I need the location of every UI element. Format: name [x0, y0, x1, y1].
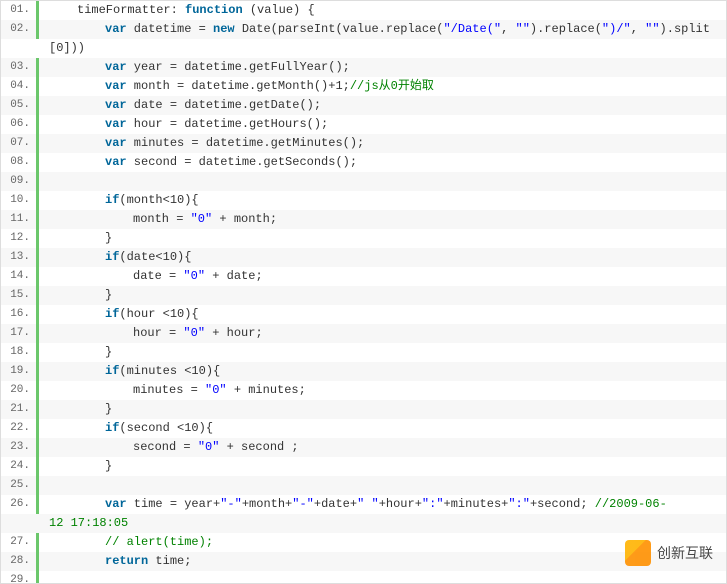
line-number: 21.	[1, 400, 39, 419]
code-content: [0]))	[39, 39, 726, 58]
code-content	[39, 172, 726, 191]
code-content: var datetime = new Date(parseInt(value.r…	[39, 20, 726, 39]
line-number: 04.	[1, 77, 39, 96]
line-number: 03.	[1, 58, 39, 77]
code-line: 16.if(hour <10){	[1, 305, 726, 324]
code-content: timeFormatter: function (value) {	[39, 1, 726, 20]
code-content: var month = datetime.getMonth()+1;//js从0…	[39, 77, 726, 96]
code-content: 12 17:18:05	[39, 514, 726, 533]
line-number: 07.	[1, 134, 39, 153]
code-line: 09.	[1, 172, 726, 191]
code-line: 04.var month = datetime.getMonth()+1;//j…	[1, 77, 726, 96]
code-line: 10.if(month<10){	[1, 191, 726, 210]
code-line: 15.}	[1, 286, 726, 305]
code-line-wrap: 12 17:18:05	[1, 514, 726, 533]
code-content: var hour = datetime.getHours();	[39, 115, 726, 134]
code-line: 06.var hour = datetime.getHours();	[1, 115, 726, 134]
line-number: 24.	[1, 457, 39, 476]
code-line: 14.date = "0" + date;	[1, 267, 726, 286]
line-number: 05.	[1, 96, 39, 115]
code-line: 26.var time = year+"-"+month+"-"+date+" …	[1, 495, 726, 514]
code-line: 24.}	[1, 457, 726, 476]
code-content: var minutes = datetime.getMinutes();	[39, 134, 726, 153]
code-content: return time;	[39, 552, 726, 571]
code-line: 28.return time;	[1, 552, 726, 571]
code-content: // alert(time);	[39, 533, 726, 552]
code-content: month = "0" + month;	[39, 210, 726, 229]
code-content: if(second <10){	[39, 419, 726, 438]
line-number: 19.	[1, 362, 39, 381]
line-number: 29.	[1, 571, 39, 584]
code-line: 01.timeFormatter: function (value) {	[1, 1, 726, 20]
code-line: 07.var minutes = datetime.getMinutes();	[1, 134, 726, 153]
code-content: }	[39, 229, 726, 248]
code-block: 01.timeFormatter: function (value) {02.v…	[0, 0, 727, 584]
code-content: var date = datetime.getDate();	[39, 96, 726, 115]
code-line: 08.var second = datetime.getSeconds();	[1, 153, 726, 172]
line-number: 12.	[1, 229, 39, 248]
code-content: var second = datetime.getSeconds();	[39, 153, 726, 172]
line-number: 15.	[1, 286, 39, 305]
code-line: 11.month = "0" + month;	[1, 210, 726, 229]
watermark-text: 创新互联	[657, 543, 713, 563]
line-number: 06.	[1, 115, 39, 134]
code-content: second = "0" + second ;	[39, 438, 726, 457]
line-number: 23.	[1, 438, 39, 457]
code-content: }	[39, 457, 726, 476]
line-number: 14.	[1, 267, 39, 286]
code-line: 02.var datetime = new Date(parseInt(valu…	[1, 20, 726, 39]
code-content: var time = year+"-"+month+"-"+date+" "+h…	[39, 495, 726, 514]
code-content: date = "0" + date;	[39, 267, 726, 286]
code-content: if(minutes <10){	[39, 362, 726, 381]
code-line: 17.hour = "0" + hour;	[1, 324, 726, 343]
code-line: 19.if(minutes <10){	[1, 362, 726, 381]
code-content: }	[39, 286, 726, 305]
code-content: var year = datetime.getFullYear();	[39, 58, 726, 77]
line-number: 26.	[1, 495, 39, 514]
code-content	[39, 571, 726, 584]
line-number: 13.	[1, 248, 39, 267]
line-number: 16.	[1, 305, 39, 324]
line-number: 11.	[1, 210, 39, 229]
code-content: if(date<10){	[39, 248, 726, 267]
line-number: 18.	[1, 343, 39, 362]
code-line: 25.	[1, 476, 726, 495]
code-line: 27.// alert(time);	[1, 533, 726, 552]
code-line: 03.var year = datetime.getFullYear();	[1, 58, 726, 77]
line-number: 22.	[1, 419, 39, 438]
code-line: 22.if(second <10){	[1, 419, 726, 438]
line-number: 25.	[1, 476, 39, 495]
logo-icon	[625, 540, 651, 566]
code-content	[39, 476, 726, 495]
code-line: 12.}	[1, 229, 726, 248]
code-line: 21.}	[1, 400, 726, 419]
code-line: 29.	[1, 571, 726, 584]
code-line: 20.minutes = "0" + minutes;	[1, 381, 726, 400]
line-number: 28.	[1, 552, 39, 571]
line-number: 20.	[1, 381, 39, 400]
line-number: 01.	[1, 1, 39, 20]
line-number: 17.	[1, 324, 39, 343]
code-line: 13.if(date<10){	[1, 248, 726, 267]
code-content: }	[39, 400, 726, 419]
watermark: 创新互联	[625, 540, 713, 566]
line-number: 08.	[1, 153, 39, 172]
code-content: hour = "0" + hour;	[39, 324, 726, 343]
line-number: 02.	[1, 20, 39, 39]
code-line: 23.second = "0" + second ;	[1, 438, 726, 457]
code-content: if(hour <10){	[39, 305, 726, 324]
code-content: if(month<10){	[39, 191, 726, 210]
code-content: }	[39, 343, 726, 362]
code-line-wrap: [0]))	[1, 39, 726, 58]
line-number: 27.	[1, 533, 39, 552]
code-line: 05.var date = datetime.getDate();	[1, 96, 726, 115]
code-content: minutes = "0" + minutes;	[39, 381, 726, 400]
line-number: 09.	[1, 172, 39, 191]
code-line: 18.}	[1, 343, 726, 362]
line-number: 10.	[1, 191, 39, 210]
